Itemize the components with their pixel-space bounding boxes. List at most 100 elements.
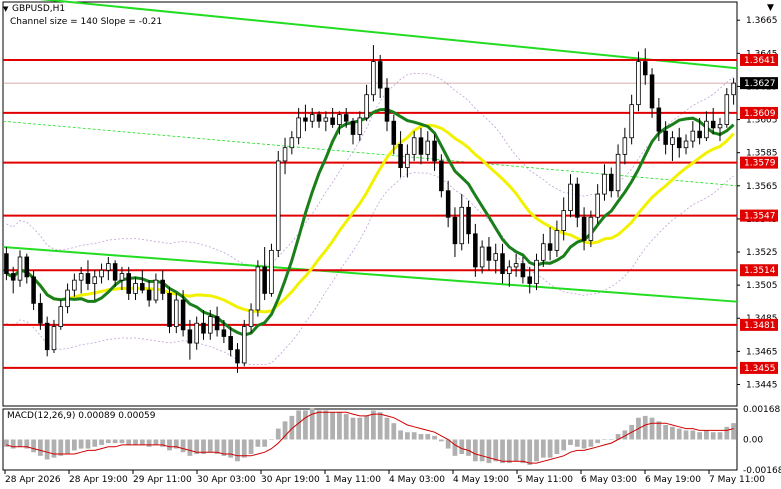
candle-body	[133, 283, 138, 294]
candle	[377, 54, 383, 99]
candle-body	[350, 120, 356, 135]
price-axis-label: 1.3525	[746, 248, 778, 258]
macd-bar	[710, 432, 716, 440]
candle	[602, 164, 607, 201]
candle-body	[731, 82, 736, 96]
candle-body	[513, 263, 519, 268]
trading-chart-window[interactable]: 1.36651.36451.36251.36051.35851.35651.35…	[0, 0, 781, 489]
candle	[459, 194, 465, 251]
macd-bar	[418, 434, 424, 440]
candle-body	[282, 147, 288, 162]
candle	[466, 200, 471, 244]
candle-body	[602, 173, 607, 195]
macd-bar	[38, 439, 43, 456]
candle-body	[622, 137, 628, 155]
candle-body	[38, 302, 43, 324]
macd-bar	[255, 439, 261, 447]
macd-bar	[350, 417, 356, 440]
macd-bar	[364, 415, 369, 440]
candle-body	[541, 243, 546, 261]
candle	[65, 283, 70, 314]
candle-body	[608, 173, 614, 192]
candle-body	[275, 160, 281, 251]
candle-body	[683, 140, 689, 149]
macd-bar	[282, 421, 288, 440]
candle-body	[160, 279, 165, 294]
candle	[92, 270, 98, 301]
candle-body	[432, 140, 437, 162]
candle-body	[710, 120, 716, 129]
macd-bar	[275, 428, 281, 440]
candle-body	[316, 114, 322, 122]
macd-bar	[405, 432, 410, 440]
macd-bar	[78, 439, 84, 449]
macd-bar	[690, 430, 696, 440]
candle	[411, 131, 417, 161]
macd-bar	[527, 439, 533, 465]
candle-body	[214, 316, 220, 331]
candle-body	[486, 246, 492, 261]
candle-body	[371, 61, 376, 96]
candle-body	[24, 256, 30, 278]
candle-body	[187, 329, 193, 344]
candle	[364, 84, 369, 122]
candle	[106, 256, 111, 281]
candle	[248, 303, 254, 334]
macd-bar	[697, 432, 702, 440]
candle	[724, 88, 730, 128]
candle	[493, 243, 499, 274]
macd-bar	[704, 430, 709, 440]
candle-body	[425, 140, 431, 155]
candle-body	[296, 117, 301, 139]
macd-bar	[479, 439, 485, 462]
price-axis-label: 1.3465	[746, 347, 778, 357]
macd-bar	[337, 412, 342, 440]
candle-body	[479, 246, 485, 268]
candle-body	[4, 253, 9, 274]
macd-axis-label: 0.00168	[743, 405, 780, 415]
macd-bar	[241, 439, 247, 458]
candle	[717, 117, 723, 142]
candle-body	[384, 87, 390, 122]
candle-body	[534, 259, 539, 284]
candle-body	[194, 322, 199, 344]
time-axis-label: 7 May 11:00	[709, 475, 765, 485]
macd-bar	[187, 439, 193, 456]
macd-bar	[472, 439, 478, 462]
time-axis-label: 4 May 19:00	[453, 475, 509, 485]
time-axis-label: 4 May 03:00	[389, 475, 445, 485]
candle-body	[248, 309, 254, 327]
candle	[24, 253, 30, 284]
candle	[629, 94, 634, 145]
candle-body	[337, 114, 342, 125]
candle-body	[228, 336, 233, 351]
level-label: 1.3547	[744, 212, 776, 222]
candle-body	[466, 206, 471, 235]
collapse-arrow-icon[interactable]: ▼	[3, 5, 8, 13]
price-axis-label: 1.3445	[746, 380, 778, 390]
candle-body	[153, 279, 159, 301]
candle	[507, 260, 512, 287]
candle-body	[663, 130, 668, 145]
macd-bar	[466, 439, 471, 456]
channel-info: Channel size = 140 Slope = -0.21	[10, 17, 163, 27]
candle	[146, 280, 152, 307]
macd-bar	[425, 434, 431, 440]
macd-bar	[207, 439, 213, 453]
current-price-label: 1.3627	[744, 79, 776, 89]
dropdown-arrow-icon[interactable]: ▼	[767, 3, 774, 13]
channel-upper-line	[39, 0, 738, 70]
candle	[554, 220, 560, 257]
candle	[167, 286, 172, 334]
candle	[241, 319, 247, 367]
candle-body	[31, 276, 36, 304]
candle	[160, 270, 165, 301]
candle	[269, 243, 274, 297]
macd-bar	[438, 439, 444, 442]
macd-bar	[316, 410, 322, 440]
macd-axis-label: 0.00	[743, 436, 763, 446]
candle-body	[201, 322, 206, 334]
candle-body	[44, 322, 50, 351]
candles-layer	[4, 45, 736, 373]
candle	[547, 227, 553, 261]
